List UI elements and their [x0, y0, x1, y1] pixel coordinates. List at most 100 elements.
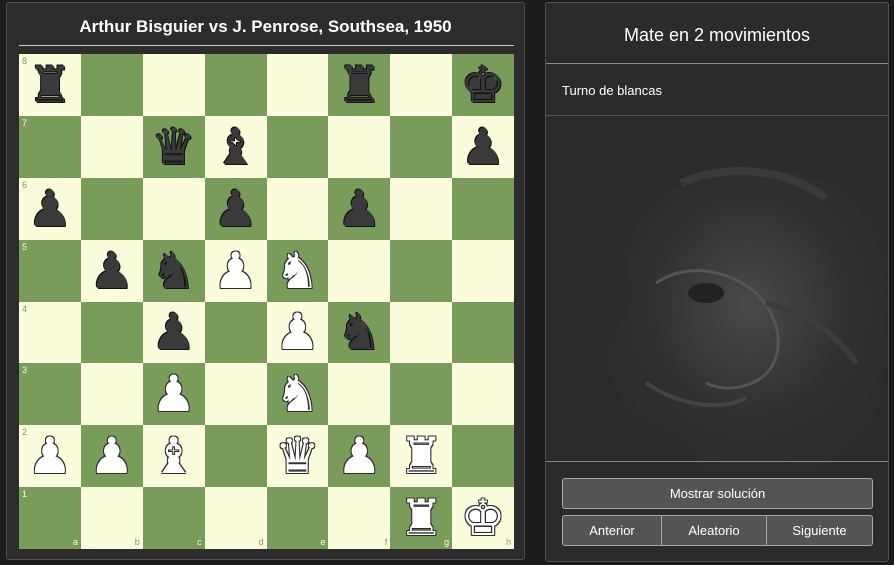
square-c2[interactable]: ♝ — [142, 425, 205, 488]
black-knight-icon[interactable]: ♞ — [337, 307, 382, 357]
square-d7[interactable]: ♝ — [204, 115, 267, 178]
square-d8[interactable] — [204, 54, 267, 116]
black-pawn-icon[interactable]: ♟ — [151, 307, 196, 357]
black-knight-icon[interactable]: ♞ — [151, 246, 196, 296]
square-f2[interactable]: ♟ — [328, 425, 391, 488]
square-a5[interactable]: 5 — [19, 239, 81, 302]
rank-label: 3 — [22, 365, 28, 376]
square-c3[interactable]: ♟ — [142, 363, 205, 426]
square-f5[interactable] — [328, 239, 391, 302]
square-b5[interactable]: ♟ — [80, 239, 143, 302]
black-rook-icon[interactable]: ♜ — [337, 60, 382, 110]
square-e5[interactable]: ♞ — [266, 239, 329, 302]
square-b6[interactable] — [80, 177, 143, 240]
square-g3[interactable] — [390, 363, 453, 426]
square-e4[interactable]: ♟ — [266, 301, 329, 364]
square-b7[interactable] — [80, 115, 143, 178]
square-c8[interactable] — [142, 54, 205, 116]
rank-label: 2 — [22, 427, 28, 438]
black-pawn-icon[interactable]: ♟ — [337, 184, 382, 234]
square-e2[interactable]: ♛ — [266, 425, 329, 488]
white-pawn-icon[interactable]: ♟ — [337, 431, 382, 481]
black-pawn-icon[interactable]: ♟ — [89, 246, 134, 296]
white-rook-icon[interactable]: ♜ — [399, 493, 444, 543]
black-queen-icon[interactable]: ♛ — [151, 122, 196, 172]
square-g8[interactable] — [390, 54, 453, 116]
square-d6[interactable]: ♟ — [204, 177, 267, 240]
white-pawn-icon[interactable]: ♟ — [89, 431, 134, 481]
square-d5[interactable]: ♟ — [204, 239, 267, 302]
square-e8[interactable] — [266, 54, 329, 116]
square-d4[interactable] — [204, 301, 267, 364]
square-f8[interactable]: ♜ — [328, 54, 391, 116]
black-pawn-icon[interactable]: ♟ — [461, 122, 506, 172]
square-e7[interactable] — [266, 115, 329, 178]
square-d3[interactable] — [204, 363, 267, 426]
black-bishop-icon[interactable]: ♝ — [213, 122, 258, 172]
square-h5[interactable] — [452, 239, 514, 302]
file-label: b — [134, 537, 140, 547]
square-f1[interactable]: f — [328, 487, 391, 549]
black-rook-icon[interactable]: ♜ — [28, 60, 73, 110]
square-g6[interactable] — [390, 177, 453, 240]
black-pawn-icon[interactable]: ♟ — [213, 184, 258, 234]
white-pawn-icon[interactable]: ♟ — [275, 307, 320, 357]
black-pawn-icon[interactable]: ♟ — [28, 184, 73, 234]
white-knight-icon[interactable]: ♞ — [275, 369, 320, 419]
square-h6[interactable] — [452, 177, 514, 240]
white-queen-icon[interactable]: ♛ — [275, 431, 320, 481]
white-king-icon[interactable]: ♚ — [461, 493, 506, 543]
square-g1[interactable]: g ♜ — [390, 487, 453, 549]
square-c1[interactable]: c — [142, 487, 205, 549]
chess-board[interactable]: 8 ♜ ♜ ♚ 7 ♛ ♝ ♟ 6 ♟ ♟ ♟ 5 ♟ ♞ ♟ ♞ 4 ♟ ♟ ♞ 3 ♟ ♞ 2 ♟ ♟ ♝ ♛ ♟ ♜ 1 a b c d e f g ♜… — [19, 54, 514, 549]
square-c6[interactable] — [142, 177, 205, 240]
square-d2[interactable] — [204, 425, 267, 488]
square-g2[interactable]: ♜ — [390, 425, 453, 488]
square-c4[interactable]: ♟ — [142, 301, 205, 364]
square-f7[interactable] — [328, 115, 391, 178]
square-b8[interactable] — [80, 54, 143, 116]
square-c7[interactable]: ♛ — [142, 115, 205, 178]
square-e6[interactable] — [266, 177, 329, 240]
square-g7[interactable] — [390, 115, 453, 178]
white-rook-icon[interactable]: ♜ — [399, 431, 444, 481]
square-b1[interactable]: b — [80, 487, 143, 549]
square-h4[interactable] — [452, 301, 514, 364]
square-a1[interactable]: 1a — [19, 487, 81, 549]
square-h1[interactable]: h ♚ — [452, 487, 514, 549]
show-solution-button[interactable]: Mostrar solución — [562, 478, 873, 509]
square-f6[interactable]: ♟ — [328, 177, 391, 240]
white-pawn-icon[interactable]: ♟ — [151, 369, 196, 419]
square-d1[interactable]: d — [204, 487, 267, 549]
square-e3[interactable]: ♞ — [266, 363, 329, 426]
square-a2[interactable]: 2 ♟ — [19, 425, 81, 488]
white-knight-icon[interactable]: ♞ — [275, 246, 320, 296]
square-f3[interactable] — [328, 363, 391, 426]
white-pawn-icon[interactable]: ♟ — [213, 246, 258, 296]
square-f4[interactable]: ♞ — [328, 301, 391, 364]
square-a6[interactable]: 6 ♟ — [19, 177, 81, 240]
random-button[interactable]: Aleatorio — [662, 515, 767, 546]
square-h2[interactable] — [452, 425, 514, 488]
square-b2[interactable]: ♟ — [80, 425, 143, 488]
square-g5[interactable] — [390, 239, 453, 302]
square-h7[interactable]: ♟ — [452, 115, 514, 178]
white-pawn-icon[interactable]: ♟ — [28, 431, 73, 481]
rank-label: 4 — [22, 303, 28, 314]
square-e1[interactable]: e — [266, 487, 329, 549]
square-b3[interactable] — [80, 363, 143, 426]
square-a4[interactable]: 4 — [19, 301, 81, 364]
square-a3[interactable]: 3 — [19, 363, 81, 426]
white-bishop-icon[interactable]: ♝ — [151, 431, 196, 481]
black-king-icon[interactable]: ♚ — [461, 60, 506, 110]
previous-button[interactable]: Anterior — [562, 515, 662, 546]
square-h3[interactable] — [452, 363, 514, 426]
square-g4[interactable] — [390, 301, 453, 364]
square-b4[interactable] — [80, 301, 143, 364]
square-h8[interactable]: ♚ — [452, 54, 514, 116]
square-a7[interactable]: 7 — [19, 115, 81, 178]
next-button[interactable]: Siguiente — [767, 515, 873, 546]
square-c5[interactable]: ♞ — [142, 239, 205, 302]
rank-label: 1 — [22, 489, 28, 500]
square-a8[interactable]: 8 ♜ — [19, 54, 81, 116]
